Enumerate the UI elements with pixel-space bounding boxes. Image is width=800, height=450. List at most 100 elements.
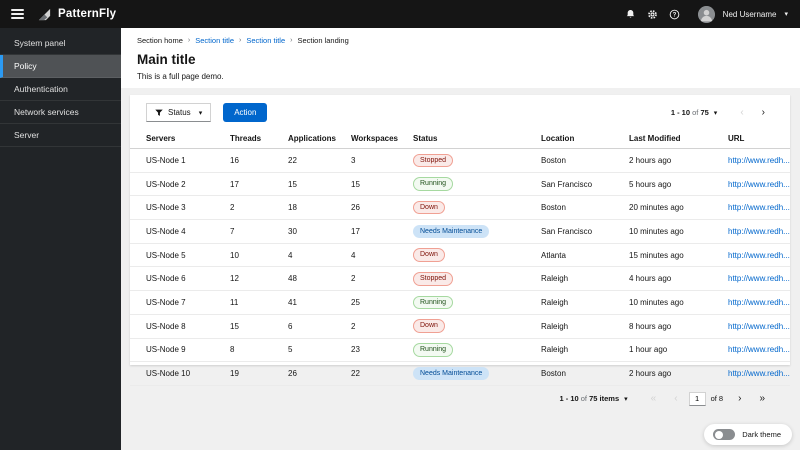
cell-server: US-Node 2 [130,172,230,197]
patternfly-logo-icon [38,8,51,20]
sidebar-item-policy[interactable]: Policy [0,55,121,78]
cell-location: Boston [541,361,629,386]
cell-workspaces: 2 [351,266,413,292]
current-page-input[interactable] [688,391,706,406]
cell-workspaces: 2 [351,314,413,339]
column-header-last-modified[interactable]: Last Modified [629,129,728,149]
cell-workspaces: 23 [351,338,413,363]
status-filter-label: Status [168,108,191,117]
cell-workspaces: 17 [351,219,413,244]
cell-url: http://www.redh... [728,266,790,292]
avatar [697,5,715,23]
cell-threads: 11 [230,290,288,315]
cell-status: Stopped [413,148,541,173]
cell-threads: 17 [230,172,288,197]
cell-location: San Francisco [541,172,629,197]
cell-server: US-Node 8 [130,314,230,339]
column-header-url[interactable]: URL [728,129,790,149]
status-badge: Needs Maintenance [413,224,490,239]
cell-location: Raleigh [541,314,629,339]
pagination-range: 1 - 10 [559,394,579,404]
menu-toggle-icon[interactable] [11,7,24,21]
sidebar-item-authentication[interactable]: Authentication [0,78,121,101]
pagination-top-caret-down-icon[interactable]: ▾ [714,109,718,117]
pagination-first-page-icon[interactable]: « [642,393,666,404]
url-link[interactable]: http://www.redh... [728,345,790,354]
settings-gear-icon[interactable] [642,4,664,24]
pagination-top-prev-icon[interactable]: ‹ [731,107,752,118]
cell-location: Raleigh [541,266,629,292]
url-link[interactable]: http://www.redh... [728,251,790,260]
sidebar-item-server[interactable]: Server [0,124,121,147]
pagination-bottom-caret-down-icon[interactable]: ▾ [624,395,628,403]
table-row: US-Node 3 2 18 26 Down Boston 20 minutes ago ht… [130,195,790,221]
cell-applications: 15 [288,172,351,197]
column-header-threads[interactable]: Threads [230,129,288,149]
status-badge: Running [413,295,454,310]
notifications-bell-icon[interactable] [620,4,642,24]
cell-threads: 15 [230,314,288,339]
breadcrumb-item[interactable]: Section title [246,36,285,45]
help-icon[interactable]: ? [664,4,686,24]
url-link[interactable]: http://www.redh... [728,298,790,307]
cell-applications: 18 [288,195,351,221]
url-link[interactable]: http://www.redh... [728,322,790,331]
url-link[interactable]: http://www.redh... [728,156,790,165]
sidebar-item-network-services[interactable]: Network services [0,101,121,124]
cell-url: http://www.redh... [728,338,790,363]
cell-workspaces: 3 [351,148,413,173]
pagination-prev-page-icon[interactable]: ‹ [665,393,686,404]
cell-last-modified: 2 hours ago [629,148,728,173]
cell-status: Down [413,314,541,339]
cell-applications: 26 [288,361,351,386]
column-header-location[interactable]: Location [541,129,629,149]
url-link[interactable]: http://www.redh... [728,274,790,283]
breadcrumb-item: Section home [137,36,183,45]
table-row: US-Node 5 10 4 4 Down Atlanta 15 minutes ago ht… [130,243,790,268]
pagination-top: 1 - 10 of 75 ▾ ‹ › [671,107,774,118]
page-subtitle: This is a full page demo. [137,72,224,81]
switch-knob-icon [714,430,723,439]
sidebar-item-label: System panel [14,38,66,48]
column-header-status[interactable]: Status [413,129,541,149]
table-row: US-Node 1 16 22 3 Stopped Boston 2 hours ago ht… [130,148,790,173]
sidebar-item-label: Policy [14,61,37,71]
user-menu[interactable]: Ned Username ▾ [697,5,788,23]
cell-url: http://www.redh... [728,219,790,244]
url-link[interactable]: http://www.redh... [728,369,790,378]
page-header: Section home › Section title › Section title… [121,28,800,88]
page-title: Main title [137,52,196,67]
pagination-top-next-icon[interactable]: › [753,107,774,118]
breadcrumb-item[interactable]: Section title [195,36,234,45]
page-body: Status ▾ Action 1 - 10 of 75 ▾ ‹ › Serve… [121,88,800,406]
cell-last-modified: 5 hours ago [629,172,728,197]
column-header-workspaces[interactable]: Workspaces [351,129,413,149]
url-link[interactable]: http://www.redh... [728,203,790,212]
cell-applications: 41 [288,290,351,315]
column-header-applications[interactable]: Applications [288,129,351,149]
table-row: US-Node 4 7 30 17 Needs Maintenance San Franc… [130,219,790,244]
table-row: US-Node 2 17 15 15 Running San Francisco 5 hou… [130,172,790,197]
cell-url: http://www.redh... [728,195,790,221]
status-badge: Stopped [413,153,454,168]
dark-theme-switch[interactable] [713,429,736,440]
cell-last-modified: 10 minutes ago [629,219,728,244]
cell-status: Needs Maintenance [413,361,541,386]
sidebar-item-system-panel[interactable]: System panel [0,32,121,55]
table-row: US-Node 7 11 41 25 Running Raleigh 10 minutes … [130,290,790,315]
status-filter-dropdown[interactable]: Status ▾ [146,103,212,122]
brand: PatternFly [37,7,116,22]
cell-workspaces: 26 [351,195,413,221]
url-link[interactable]: http://www.redh... [728,180,790,189]
pagination-next-page-icon[interactable]: › [729,393,750,404]
filter-caret-down-icon: ▾ [198,109,203,117]
status-badge: Down [413,248,445,262]
action-button[interactable]: Action [223,103,268,122]
cell-threads: 7 [230,219,288,244]
table-body: US-Node 1 16 22 3 Stopped Boston 2 hours ago ht… [130,148,790,386]
filter-icon [155,109,163,116]
url-link[interactable]: http://www.redh... [728,227,790,236]
cell-status: Running [413,172,541,197]
pagination-last-page-icon[interactable]: » [750,393,774,404]
column-header-servers[interactable]: Servers [130,129,230,149]
